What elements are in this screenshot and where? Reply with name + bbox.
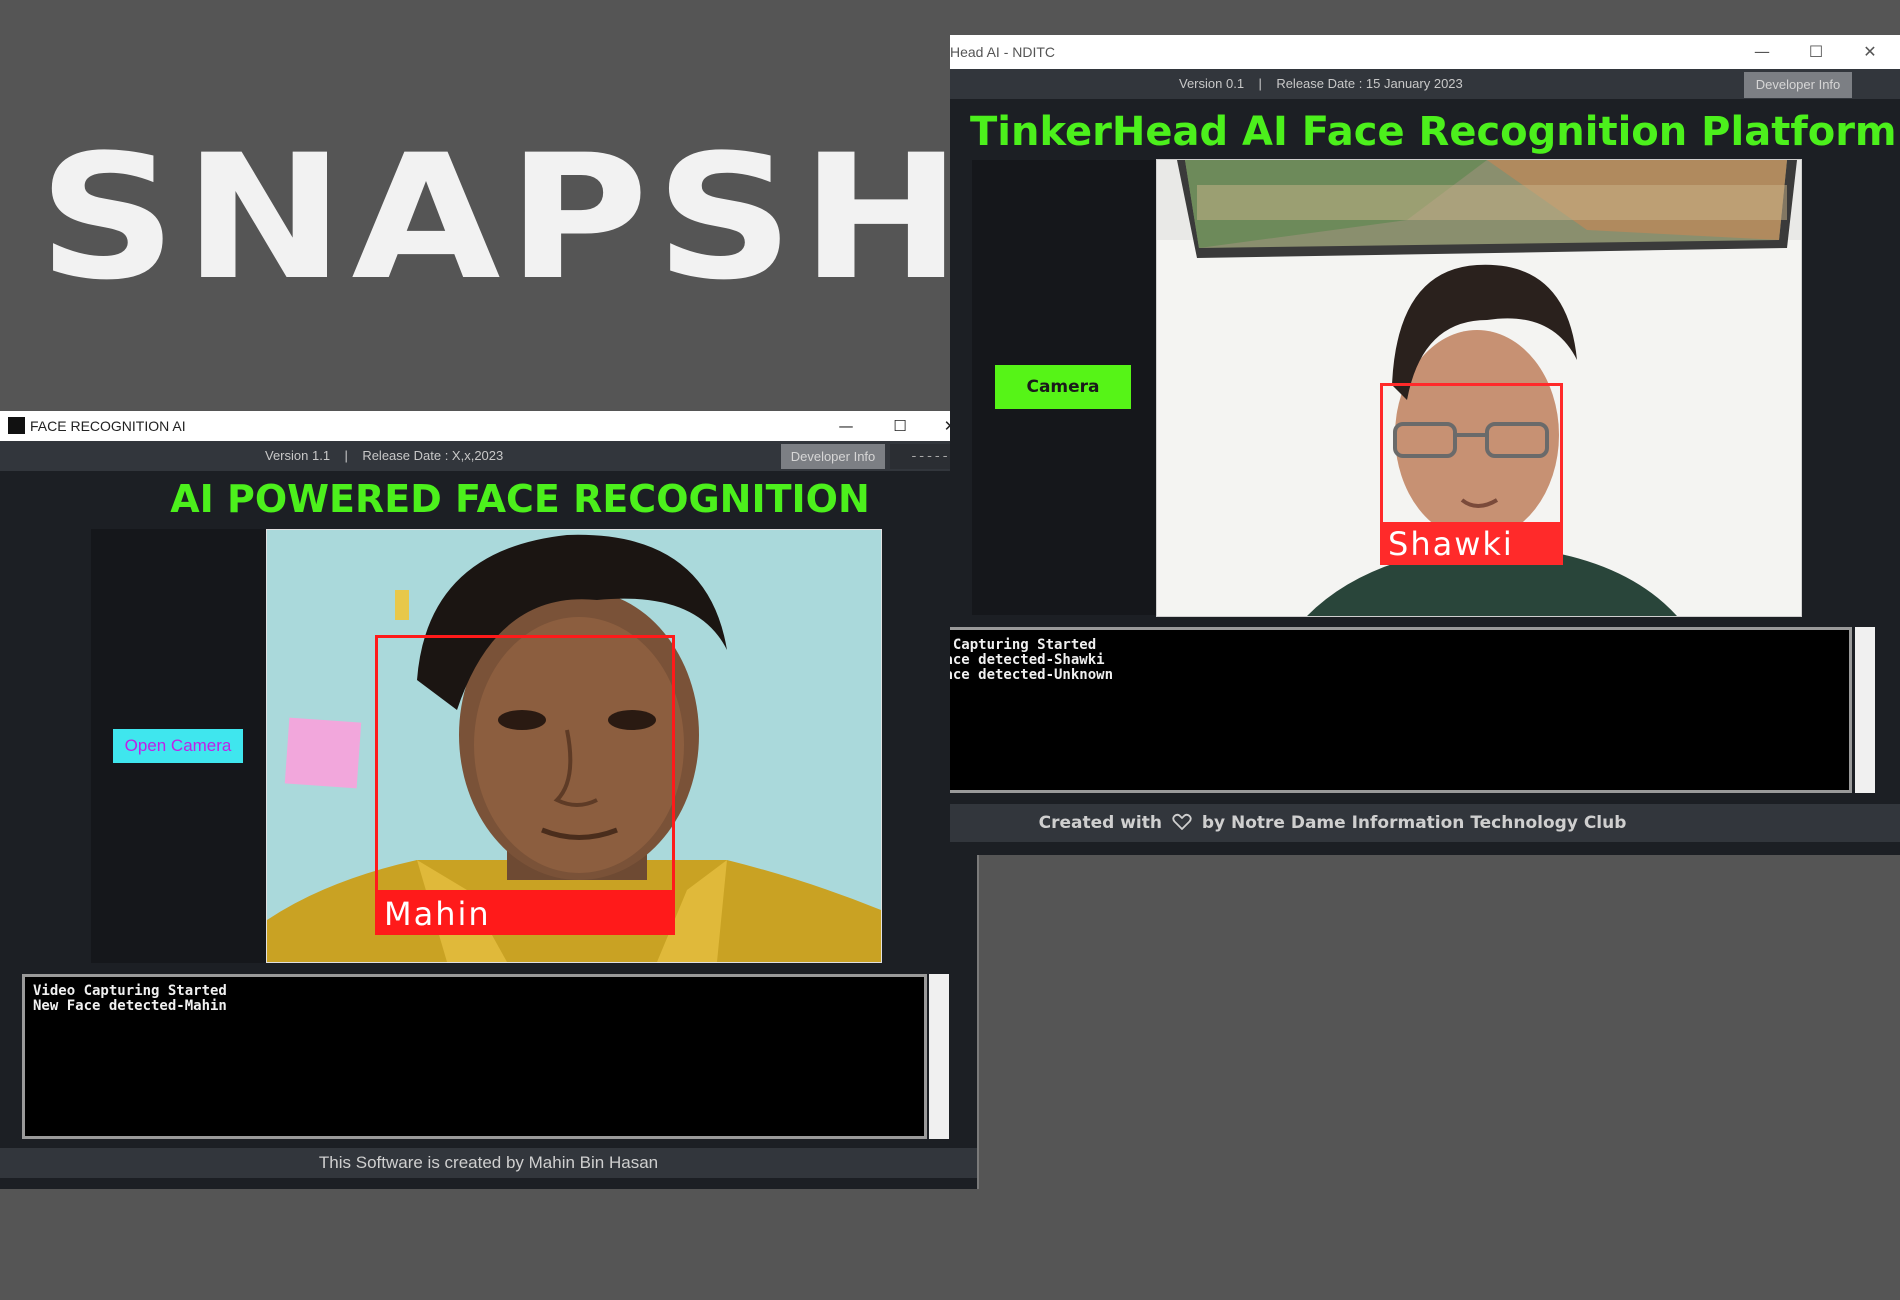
log-scrollbar[interactable] — [929, 974, 949, 1139]
info-bar: Version 0.1 | Release Date : 15 January … — [950, 69, 1900, 99]
app-heading: AI POWERED FACE RECOGNITION — [170, 477, 870, 521]
maximize-button[interactable]: ☐ — [880, 411, 920, 441]
footer-bar: Created with by Notre Dame Information T… — [950, 804, 1900, 842]
app-heading: TinkerHead AI Face Recognition Platform — [970, 109, 1897, 155]
footer-text-after: by Notre Dame Information Technology Clu… — [1201, 813, 1627, 833]
log-console[interactable]: Video Capturing Started New Face detecte… — [22, 974, 927, 1139]
minimize-button[interactable]: — — [1738, 35, 1786, 69]
log-text: o Capturing Started Face detected-Shawki… — [950, 637, 1114, 683]
face-name-label: Mahin — [375, 893, 675, 935]
title-bar[interactable]: Head AI - NDITC — ☐ ✕ — [950, 35, 1900, 69]
tinkerhead-window: Head AI - NDITC — ☐ ✕ Version 0.1 | Rele… — [950, 35, 1900, 855]
info-bar: Version 1.1 | Release Date : X,x,2023 De… — [0, 441, 977, 471]
face-detection-box — [375, 635, 675, 893]
snapshots-headline: SNAPSHOTS — [38, 117, 1423, 318]
footer-bar: This Software is created by Mahin Bin Ha… — [0, 1148, 977, 1178]
close-button[interactable]: ✕ — [1846, 35, 1894, 69]
heart-icon — [1172, 807, 1192, 830]
developer-info-button[interactable]: Developer Info — [1744, 72, 1852, 98]
version-release-info: Version 1.1 | Release Date : X,x,2023 — [265, 448, 504, 463]
window-title: Head AI - NDITC — [950, 44, 1056, 60]
minimize-button[interactable]: — — [826, 411, 866, 441]
app-icon — [8, 417, 25, 434]
version-release-info: Version 0.1 | Release Date : 15 January … — [1179, 76, 1463, 91]
window-title: FACE RECOGNITION AI — [30, 418, 186, 434]
face-detection-box — [1380, 383, 1563, 525]
log-scrollbar[interactable] — [1855, 627, 1875, 793]
open-camera-button[interactable]: Open Camera — [113, 729, 243, 763]
footer-text-before: Created with — [1038, 813, 1162, 833]
face-name-label: Shawki — [1380, 523, 1563, 565]
developer-info-button[interactable]: Developer Info — [781, 444, 885, 469]
log-console[interactable]: o Capturing Started Face detected-Shawki… — [950, 627, 1852, 793]
face-recognition-window: FACE RECOGNITION AI — ☐ ✕ Version 1.1 | … — [0, 411, 979, 1189]
title-bar[interactable]: FACE RECOGNITION AI — ☐ ✕ — [0, 411, 977, 441]
maximize-button[interactable]: ☐ — [1792, 35, 1840, 69]
footer-credit: This Software is created by Mahin Bin Ha… — [318, 1153, 659, 1172]
camera-button[interactable]: Camera — [995, 365, 1131, 409]
footer-credit: Created with by Notre Dame Information T… — [950, 804, 1715, 842]
